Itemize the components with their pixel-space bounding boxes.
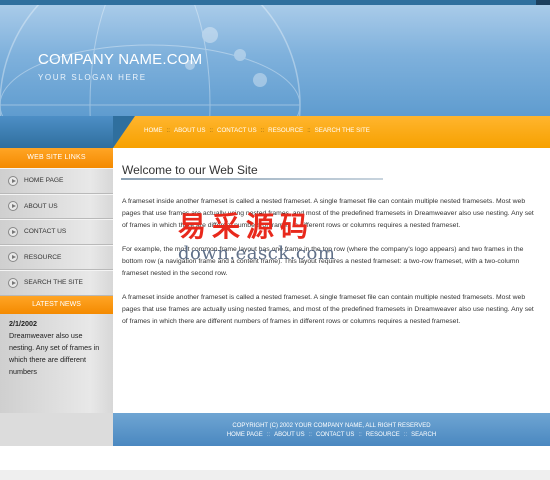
copyright-text: COPYRIGHT (C) 2002 YOUR COMPANY NAME, AL…: [232, 423, 431, 429]
nav-about-us[interactable]: ABOUT US: [174, 127, 206, 134]
title-divider: [121, 178, 383, 180]
footer-link-about-us[interactable]: ABOUT US: [274, 432, 305, 438]
news-item: 2/1/2002 Dreamweaver also use nesting. A…: [0, 314, 113, 378]
nav-contact-us[interactable]: CONTACT US: [217, 127, 257, 134]
arrow-right-icon: [8, 226, 18, 237]
footer-link-resource[interactable]: RESOURCE: [366, 432, 400, 438]
sidebar-links-heading: WEB SITE LINKS: [0, 148, 113, 168]
site-header: COMPANY NAME.COM YOUR SLOGAN HERE: [0, 5, 550, 116]
sidebar-item-label: SEARCH THE SITE: [24, 279, 83, 287]
sidebar-item-resource[interactable]: RESOURCE: [0, 244, 113, 270]
page-title: Welcome to our Web Site: [122, 163, 258, 177]
paragraph-1: A frameset inside another frameset is ca…: [122, 198, 534, 229]
top-nav: HOME :: ABOUT US :: CONTACT US :: RESOUR…: [113, 116, 550, 148]
footer-links: HOME PAGE :: ABOUT US :: CONTACT US :: R…: [226, 432, 437, 438]
main-content: Welcome to our Web Site A frameset insid…: [113, 148, 550, 413]
site-footer: COPYRIGHT (C) 2002 YOUR COMPANY NAME, AL…: [113, 413, 550, 446]
footer-link-contact-us[interactable]: CONTACT US: [316, 432, 354, 438]
sidebar-item-label: RESOURCE: [24, 253, 62, 261]
footer-link-search[interactable]: SEARCH: [411, 432, 436, 438]
arrow-right-icon: [8, 277, 18, 288]
footer-left-block: [0, 413, 113, 446]
news-text: Dreamweaver also use nesting. Any set of…: [9, 330, 100, 376]
nav-home[interactable]: HOME: [144, 127, 163, 134]
page-bottom-space: [0, 446, 550, 470]
footer-link-home-page[interactable]: HOME PAGE: [227, 432, 263, 438]
nav-resource[interactable]: RESOURCE: [268, 127, 303, 134]
sidebar-top-band: [0, 116, 113, 148]
company-name: COMPANY NAME.COM: [38, 51, 203, 68]
sidebar-item-label: CONTACT US: [24, 228, 67, 236]
arrow-right-icon: [8, 201, 18, 212]
sidebar-item-search-the-site[interactable]: SEARCH THE SITE: [0, 270, 113, 296]
window-bottom-bar: [0, 470, 550, 480]
sidebar-item-about-us[interactable]: ABOUT US: [0, 193, 113, 219]
news-date: 2/1/2002: [9, 318, 37, 328]
sidebar-item-home-page[interactable]: HOME PAGE: [0, 168, 113, 194]
nav-search-the-site[interactable]: SEARCH THE SITE: [315, 127, 370, 134]
latest-news-heading: LATEST NEWS: [0, 295, 113, 314]
sidebar-item-label: HOME PAGE: [24, 177, 64, 185]
sidebar: WEB SITE LINKS HOME PAGE ABOUT US CONTAC…: [0, 148, 113, 413]
paragraph-3: A frameset inside another frameset is ca…: [122, 294, 534, 325]
paragraph-2: For example, the most common frame layou…: [122, 246, 524, 277]
arrow-right-icon: [8, 175, 18, 186]
arrow-right-icon: [8, 252, 18, 263]
sidebar-item-contact-us[interactable]: CONTACT US: [0, 219, 113, 245]
company-slogan: YOUR SLOGAN HERE: [38, 73, 147, 82]
sidebar-item-label: ABOUT US: [24, 202, 58, 210]
